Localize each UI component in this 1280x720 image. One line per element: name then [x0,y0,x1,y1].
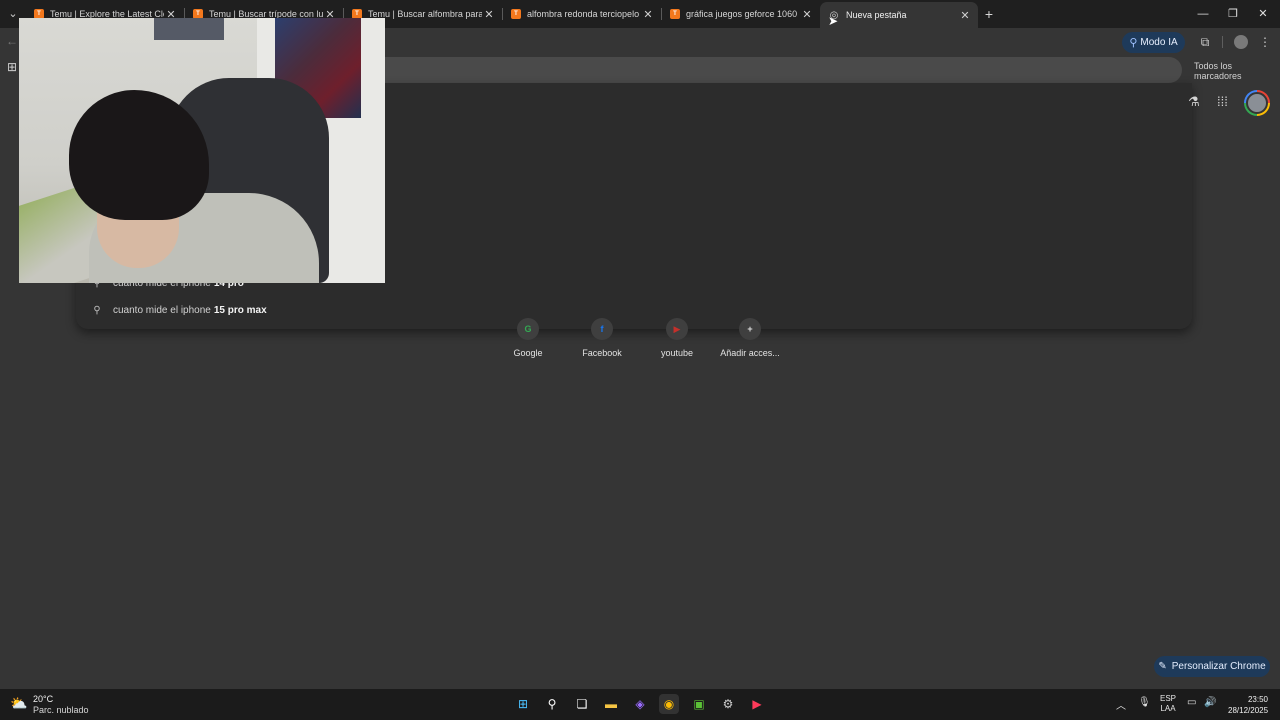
suggestion-prefix: cuanto mide el iphone [113,304,211,316]
new-tab-button[interactable]: + [980,5,998,23]
weather-partly-cloudy-icon[interactable]: ⛅ [10,695,27,712]
tab-title: alfombra redonda terciopelo de [527,9,641,19]
shortcut-label: Añadir acces... [720,348,780,358]
tab-title: Temu | Buscar alfombra para cuarto [368,9,482,19]
google-apps-icon[interactable]: ⁞⁞⁞ [1217,94,1228,109]
avatar-image [1246,92,1268,114]
tab-grafica-geforce[interactable]: T gráfica juegos geforce 1060 3gb ✕ [662,4,820,24]
extensions-icon[interactable]: ⧉ [1196,34,1214,50]
task-view-icon[interactable]: ❏ [572,694,592,714]
shortcut-facebook[interactable]: f Facebook [562,318,642,358]
clock-date: 28/12/2025 [1228,706,1269,715]
system-clock[interactable]: 23:50 28/12/2025 [1228,694,1268,716]
shortcut-label: Google [513,348,543,358]
copilot-icon[interactable]: ◈ [630,694,650,714]
clock-time: 23:50 [1247,695,1268,704]
toolbar-separator [1222,36,1223,48]
shortcut-add[interactable]: + Añadir acces... [710,318,790,358]
customize-chrome-button[interactable]: ✎ Personalizar Chrome [1154,656,1270,677]
mouse-cursor-icon: ➤ [828,14,839,28]
volume-icon[interactable]: 🔊 [1204,697,1216,708]
tab-nueva-pestana[interactable]: ◎ Nueva pestaña ✕ [820,2,978,28]
minecraft-icon[interactable]: ▣ [689,694,709,714]
close-icon[interactable]: ✕ [641,8,655,21]
suggestion-bold: 15 pro max [213,304,267,316]
media-player-icon[interactable]: ▶ [747,694,767,714]
language-top: ESP [1160,694,1177,703]
weather-description[interactable]: Parc. nublado [33,705,89,715]
close-icon[interactable]: ✕ [482,8,496,21]
network-icon[interactable]: ▭ [1187,697,1196,708]
tray-chevron-up-icon[interactable]: ︿ [1116,697,1126,712]
customize-chrome-label: Personalizar Chrome [1171,661,1266,672]
tab-alfombra-redonda[interactable]: T alfombra redonda terciopelo de ✕ [503,4,661,24]
back-arrow-icon[interactable]: ← [6,34,18,48]
weather-temperature[interactable]: 20°C [33,694,53,704]
minimize-icon[interactable]: — [1191,5,1215,23]
close-icon[interactable]: ✕ [800,8,814,21]
taskbar-search-icon[interactable]: ⚲ [542,694,562,714]
modo-ia-label: Modo IA [1140,37,1178,48]
shortcut-label: youtube [660,348,694,358]
menu-kebab-icon[interactable]: ⋮ [1256,34,1274,50]
restore-icon[interactable]: ❐ [1221,5,1245,23]
shortcut-youtube[interactable]: ▶ youtube [637,318,717,358]
window-close-icon[interactable]: ✕ [1251,5,1275,23]
tab-title: gráfica juegos geforce 1060 3gb [686,9,800,19]
webcam-poster [154,18,224,40]
webcam-overlay [19,18,385,283]
windows-start-icon[interactable]: ⊞ [513,694,533,714]
tab-title: Nueva pestaña [846,10,907,20]
search-icon: ⚲ [93,304,101,316]
search-sparkle-icon: ⚲ [1129,37,1138,49]
windows-taskbar: ⛅ 20°C Parc. nublado ⊞ ⚲ ❏ ▬ ◈ ◉ ▣ ⚙ ▶ ︿… [0,689,1280,720]
account-avatar[interactable] [1244,90,1270,116]
temu-icon: T [511,9,521,19]
apps-grid-icon[interactable]: ⊞ [7,60,17,74]
close-icon[interactable]: ✕ [958,9,972,22]
modo-ia-button[interactable]: ⚲ Modo IA [1122,32,1185,53]
microphone-icon[interactable]: 🎙 [1138,697,1151,708]
language-indicator[interactable]: ESP LAA [1160,694,1176,714]
profile-avatar-icon[interactable] [1234,35,1248,49]
chrome-taskbar-icon[interactable]: ◉ [659,694,679,714]
shortcut-label: Facebook [582,348,622,358]
plus-icon: + [739,318,761,340]
steam-icon[interactable]: ⚙ [718,694,738,714]
labs-flask-icon[interactable]: ⚗ [1188,94,1200,110]
facebook-icon: f [591,318,613,340]
shortcut-google[interactable]: G Google [488,318,568,358]
language-bottom: LAA [1160,704,1176,713]
google-icon: G [517,318,539,340]
pencil-icon: ✎ [1158,661,1167,672]
all-bookmarks-button[interactable]: Todos los marcadores [1194,61,1280,81]
temu-icon: T [670,9,680,19]
youtube-icon: ▶ [666,318,688,340]
file-explorer-icon[interactable]: ▬ [601,694,621,714]
